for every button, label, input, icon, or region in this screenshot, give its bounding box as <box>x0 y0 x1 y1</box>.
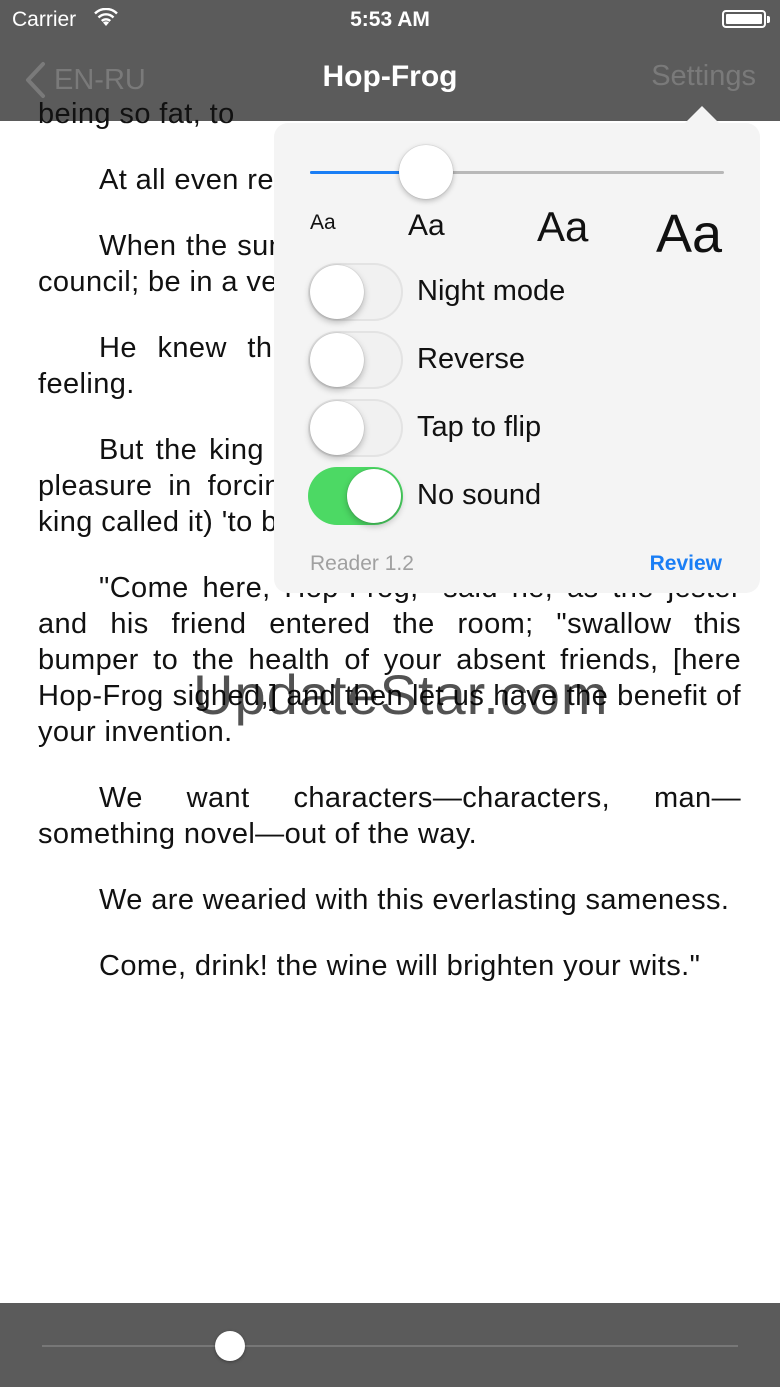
night-mode-row: Night mode <box>308 263 738 323</box>
font-size-xlarge[interactable]: Aa <box>656 203 722 265</box>
bottom-bar <box>0 1303 780 1387</box>
font-size-small[interactable]: Aa <box>310 211 336 235</box>
settings-button[interactable]: Settings <box>651 60 756 93</box>
page-slider[interactable] <box>42 1331 738 1361</box>
tap-to-flip-toggle[interactable] <box>308 399 403 457</box>
no-sound-toggle[interactable] <box>308 467 403 525</box>
reverse-toggle[interactable] <box>308 331 403 389</box>
settings-popover: Aa Aa Aa Aa Night mode Reverse Tap to fl… <box>274 123 760 593</box>
status-time: 5:53 AM <box>350 8 430 31</box>
popover-arrow <box>684 106 720 124</box>
version-label: Reader 1.2 <box>310 552 414 575</box>
review-link[interactable]: Review <box>650 552 722 576</box>
book-paragraph: "Come here, Hop-Frog," said he, as the j… <box>38 572 741 748</box>
toggle-knob <box>347 469 401 523</box>
font-size-medium[interactable]: Aa <box>408 209 445 243</box>
book-paragraph: We are wearied with this everlasting sam… <box>99 884 730 916</box>
night-mode-toggle[interactable] <box>308 263 403 321</box>
tap-to-flip-row: Tap to flip <box>308 399 738 459</box>
book-paragraph: Come, drink! the wine will brighten your… <box>99 950 701 982</box>
page-slider-track <box>42 1345 738 1347</box>
battery-icon <box>722 10 770 28</box>
toggle-knob <box>310 333 364 387</box>
reverse-label: Reverse <box>417 343 525 375</box>
night-mode-label: Night mode <box>417 275 566 307</box>
book-paragraph: We want characters—characters, man—somet… <box>38 782 741 850</box>
toggle-knob <box>310 265 364 319</box>
font-size-slider[interactable] <box>310 145 724 199</box>
font-size-large[interactable]: Aa <box>537 203 588 251</box>
toggle-knob <box>310 401 364 455</box>
font-slider-thumb[interactable] <box>398 145 453 199</box>
tap-to-flip-label: Tap to flip <box>417 411 542 443</box>
reverse-row: Reverse <box>308 331 738 391</box>
no-sound-row: No sound <box>308 467 738 527</box>
page-slider-thumb[interactable] <box>214 1331 245 1361</box>
no-sound-label: No sound <box>417 479 542 511</box>
